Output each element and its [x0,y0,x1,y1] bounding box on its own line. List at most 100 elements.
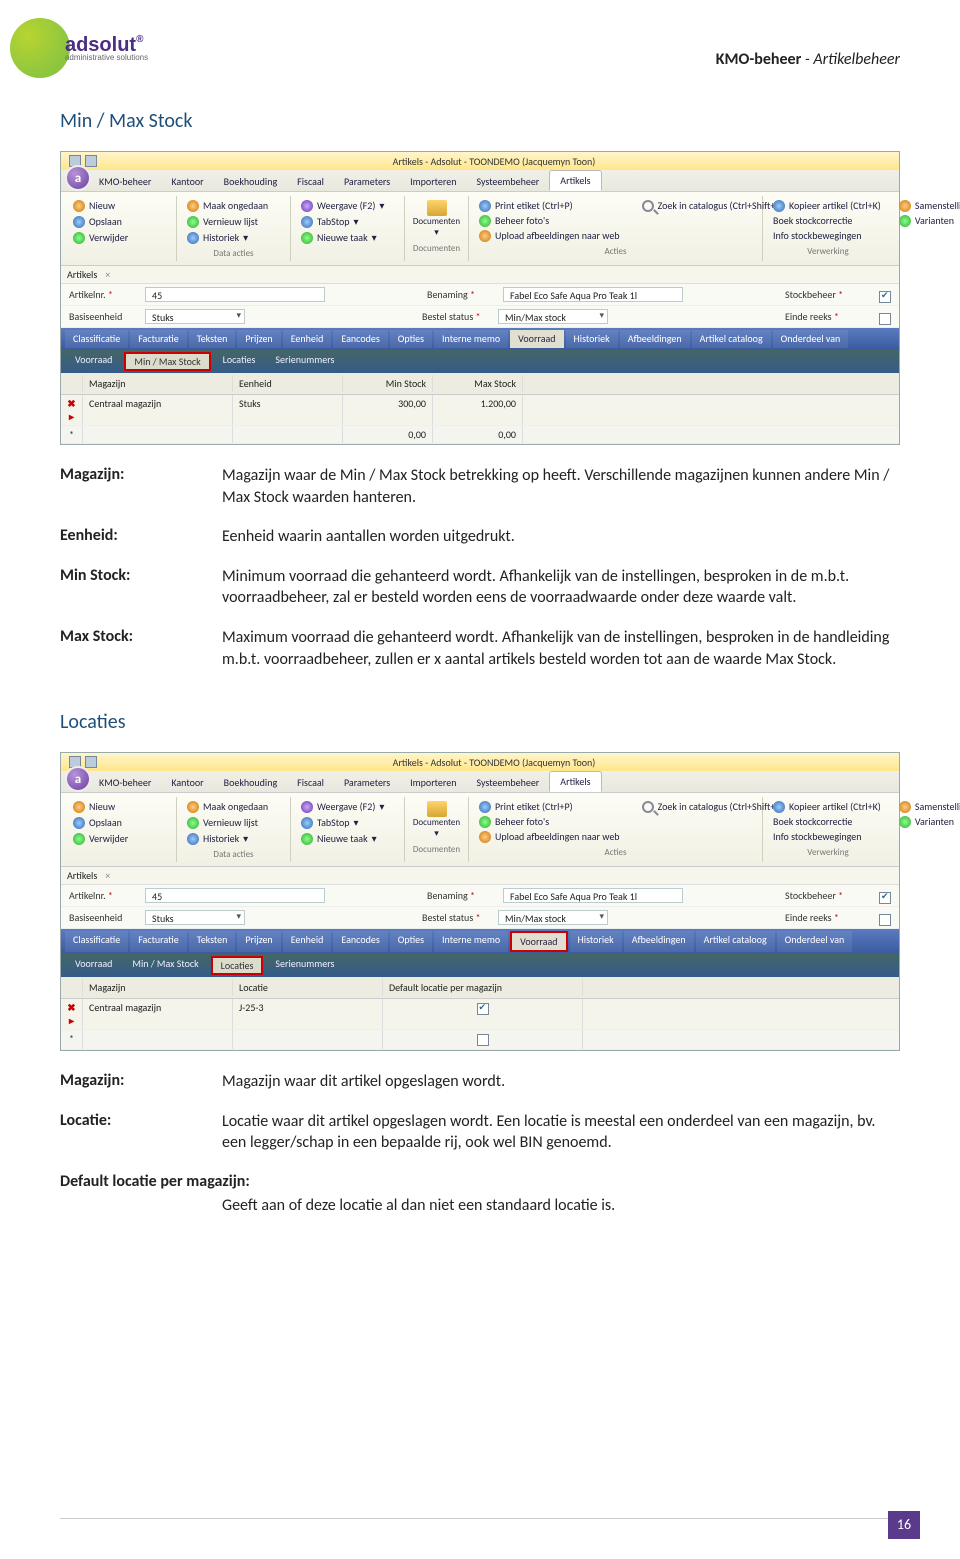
ribbon-tab-artikels[interactable]: Artikels [549,771,601,792]
btn-boek-stockcorr[interactable]: Boek stockcorrectie [771,814,883,829]
btn-print-etiket[interactable]: Print etiket (Ctrl+P) [477,799,622,814]
subtab-serienummers[interactable]: Serienummers [267,956,342,975]
btn-beheer-fotos[interactable]: Beheer foto's [477,213,622,228]
btn-info-stockbew[interactable]: Info stockbewegingen [771,829,883,844]
input-benaming[interactable]: Fabel Eco Safe Aqua Pro Teak 1l [503,287,683,302]
qat-icon-2[interactable] [85,756,97,768]
btn-tabstop[interactable]: TabStop ▾ [299,214,396,229]
check-stockbeheer[interactable] [879,291,891,303]
btn-ongedaan[interactable]: Maak ongedaan [185,799,282,814]
btn-zoek-catalogus[interactable]: Zoek in catalogus (Ctrl+Shift+A) [640,198,787,213]
tab-facturatie[interactable]: Facturatie [130,931,186,952]
ribbon-tab-boekhouding[interactable]: Boekhouding [214,172,288,191]
ribbon-tab-systeembeheer[interactable]: Systeembeheer [466,773,549,792]
close-tab-icon[interactable]: × [103,268,112,281]
tab-teksten[interactable]: Teksten [189,330,236,348]
input-benaming[interactable]: Fabel Eco Safe Aqua Pro Teak 1l [503,888,683,903]
grid-row[interactable]: ✖ ▸ Centraal magazijn J-25-3 [61,999,899,1030]
btn-vernieuw[interactable]: Vernieuw lijst [185,815,282,830]
tab-classificatie[interactable]: Classificatie [65,330,128,348]
app-menu-button[interactable]: a [65,766,91,792]
check-default-loc[interactable] [477,1003,489,1015]
tab-voorraad[interactable]: Voorraad [510,330,563,348]
subtab-voorraad[interactable]: Voorraad [67,352,120,371]
tab-eancodes[interactable]: Eancodes [333,931,387,952]
btn-opslaan[interactable]: Opslaan [71,214,168,229]
tab-artikelcataloog[interactable]: Artikel cataloog [696,931,775,952]
select-bestelstatus[interactable]: Min/Max stock [498,910,608,925]
check-eindereeks[interactable] [879,313,891,325]
tab-classificatie[interactable]: Classificatie [65,931,128,952]
tab-afbeeldingen[interactable]: Afbeeldingen [620,330,690,348]
ribbon-tab-artikels[interactable]: Artikels [549,170,601,191]
qat-icon-2[interactable] [85,155,97,167]
tab-onderdeelvan[interactable]: Onderdeel van [777,931,853,952]
ribbon-tab-parameters[interactable]: Parameters [334,172,400,191]
ribbon-tab-boekhouding[interactable]: Boekhouding [214,773,288,792]
btn-print-etiket[interactable]: Print etiket (Ctrl+P) [477,198,622,213]
subtab-locaties[interactable]: Locaties [215,352,264,371]
select-basiseenheid[interactable]: Stuks [145,309,245,324]
grid-row[interactable]: ✖ ▸ Centraal magazijn Stuks 300,00 1.200… [61,395,899,426]
btn-kopieer-artikel[interactable]: Kopieer artikel (Ctrl+K) [771,198,883,213]
ribbon-tab-importeren[interactable]: Importeren [400,172,466,191]
btn-vernieuw[interactable]: Vernieuw lijst [185,214,282,229]
ribbon-tab-kantoor[interactable]: Kantoor [161,773,213,792]
btn-verwijder[interactable]: Verwijder [71,230,168,245]
btn-nieuw[interactable]: Nieuw [71,198,168,213]
subtab-minmax[interactable]: Min / Max Stock [124,956,206,975]
subtab-voorraad[interactable]: Voorraad [67,956,120,975]
input-artikelnr[interactable]: 45 [145,287,325,302]
btn-samenstelling[interactable]: Samenstelling (F8) [897,198,960,213]
ribbon-tab-parameters[interactable]: Parameters [334,773,400,792]
tab-eenheid[interactable]: Eenheid [283,330,332,348]
tab-voorraad[interactable]: Voorraad [510,931,567,952]
grid-row[interactable]: * 0,00 0,00 [61,426,899,444]
ribbon-tab-importeren[interactable]: Importeren [400,773,466,792]
btn-weergave[interactable]: Weergave (F2) ▾ [299,198,396,213]
tab-prijzen[interactable]: Prijzen [237,931,280,952]
open-tab-artikels[interactable]: Artikels [67,268,97,281]
check-eindereeks[interactable] [879,914,891,926]
btn-documenten[interactable]: Documenten▾ [409,198,464,240]
btn-varianten[interactable]: Varianten [897,814,960,829]
tab-teksten[interactable]: Teksten [189,931,236,952]
subtab-locaties[interactable]: Locaties [211,956,264,975]
btn-beheer-fotos[interactable]: Beheer foto's [477,814,622,829]
tab-opties[interactable]: Opties [390,931,432,952]
app-menu-button[interactable]: a [65,165,91,191]
check-stockbeheer[interactable] [879,892,891,904]
btn-opslaan[interactable]: Opslaan [71,815,168,830]
ribbon-tab-kmo[interactable]: KMO-beheer [89,773,161,792]
subtab-minmax[interactable]: Min / Max Stock [124,352,210,371]
subtab-serienummers[interactable]: Serienummers [267,352,342,371]
ribbon-tab-fiscaal[interactable]: Fiscaal [287,773,334,792]
input-artikelnr[interactable]: 45 [145,888,325,903]
tab-eancodes[interactable]: Eancodes [333,330,387,348]
tab-onderdeelvan[interactable]: Onderdeel van [773,330,849,348]
btn-upload-afb[interactable]: Upload afbeeldingen naar web [477,228,622,243]
select-basiseenheid[interactable]: Stuks [145,910,245,925]
btn-ongedaan[interactable]: Maak ongedaan [185,198,282,213]
btn-samenstelling[interactable]: Samenstelling (F8) [897,799,960,814]
btn-nieuwetaak[interactable]: Nieuwe taak ▾ [299,230,396,245]
tab-opties[interactable]: Opties [390,330,432,348]
ribbon-tab-kmo[interactable]: KMO-beheer [89,172,161,191]
btn-varianten[interactable]: Varianten [897,213,960,228]
tab-historiek[interactable]: Historiek [570,931,622,952]
tab-afbeeldingen[interactable]: Afbeeldingen [624,931,694,952]
btn-nieuwetaak[interactable]: Nieuwe taak ▾ [299,831,396,846]
btn-documenten[interactable]: Documenten▾ [409,799,464,841]
btn-boek-stockcorr[interactable]: Boek stockcorrectie [771,213,883,228]
btn-zoek-catalogus[interactable]: Zoek in catalogus (Ctrl+Shift+A) [640,799,787,814]
close-tab-icon[interactable]: × [103,869,112,882]
btn-historiek[interactable]: Historiek ▾ [185,831,282,846]
ribbon-tab-fiscaal[interactable]: Fiscaal [287,172,334,191]
btn-kopieer-artikel[interactable]: Kopieer artikel (Ctrl+K) [771,799,883,814]
check-default-loc[interactable] [477,1034,489,1046]
open-tab-artikels[interactable]: Artikels [67,869,97,882]
btn-historiek[interactable]: Historiek ▾ [185,230,282,245]
grid-row[interactable]: * [61,1030,899,1050]
ribbon-tab-systeembeheer[interactable]: Systeembeheer [466,172,549,191]
btn-tabstop[interactable]: TabStop ▾ [299,815,396,830]
